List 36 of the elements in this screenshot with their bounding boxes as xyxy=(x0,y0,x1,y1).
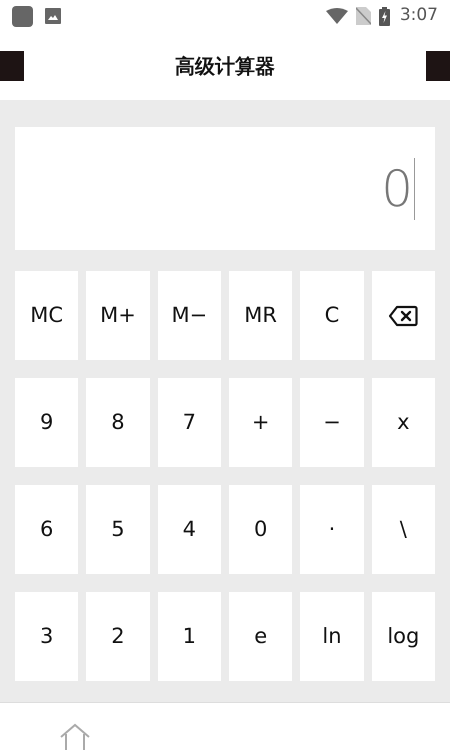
display-value: 0 xyxy=(381,164,413,214)
corner-block xyxy=(426,51,450,81)
image-icon xyxy=(45,8,61,24)
text-cursor xyxy=(414,158,415,220)
calculator-key[interactable]: e xyxy=(228,592,292,681)
calculator-key[interactable]: C xyxy=(300,271,364,360)
calculator-key[interactable]: M+ xyxy=(86,271,150,360)
calculator-key[interactable]: 3 xyxy=(15,592,78,681)
calculator-key[interactable]: 0 xyxy=(228,485,292,574)
calculator-key[interactable]: MR xyxy=(228,271,292,360)
calculator-key[interactable]: 6 xyxy=(15,485,78,574)
calculator-key[interactable]: M− xyxy=(158,271,221,360)
calculator-key[interactable]: ln xyxy=(300,592,364,681)
calculator-key[interactable]: log xyxy=(372,592,435,681)
calculator-key[interactable]: 2 xyxy=(86,592,150,681)
calculator-key[interactable]: − xyxy=(300,378,364,467)
app-notification-icon xyxy=(12,6,33,26)
calculator-key[interactable]: 9 xyxy=(15,378,78,467)
calculator-key[interactable]: 8 xyxy=(86,378,150,467)
backspace-icon xyxy=(388,304,418,326)
calculator-key[interactable]: 4 xyxy=(158,485,221,574)
calculator-key[interactable]: 7 xyxy=(158,378,221,467)
status-time: 3:07 xyxy=(400,4,438,28)
calculator-key[interactable]: MC xyxy=(15,271,78,360)
calculator-key[interactable]: 1 xyxy=(158,592,221,681)
calculator-key[interactable]: \ xyxy=(372,485,435,574)
corner-block xyxy=(0,51,24,81)
battery-charging-icon xyxy=(378,6,390,26)
calculator-key[interactable]: 5 xyxy=(86,485,150,574)
page-title: 高级计算器 xyxy=(175,53,275,80)
calculator-key[interactable]: · xyxy=(300,485,364,574)
wifi-icon xyxy=(326,8,348,24)
no-sim-icon xyxy=(356,7,371,25)
calculator-key[interactable]: x xyxy=(372,378,435,467)
calculator-key[interactable]: + xyxy=(228,378,292,467)
backspace-button[interactable] xyxy=(372,271,435,360)
